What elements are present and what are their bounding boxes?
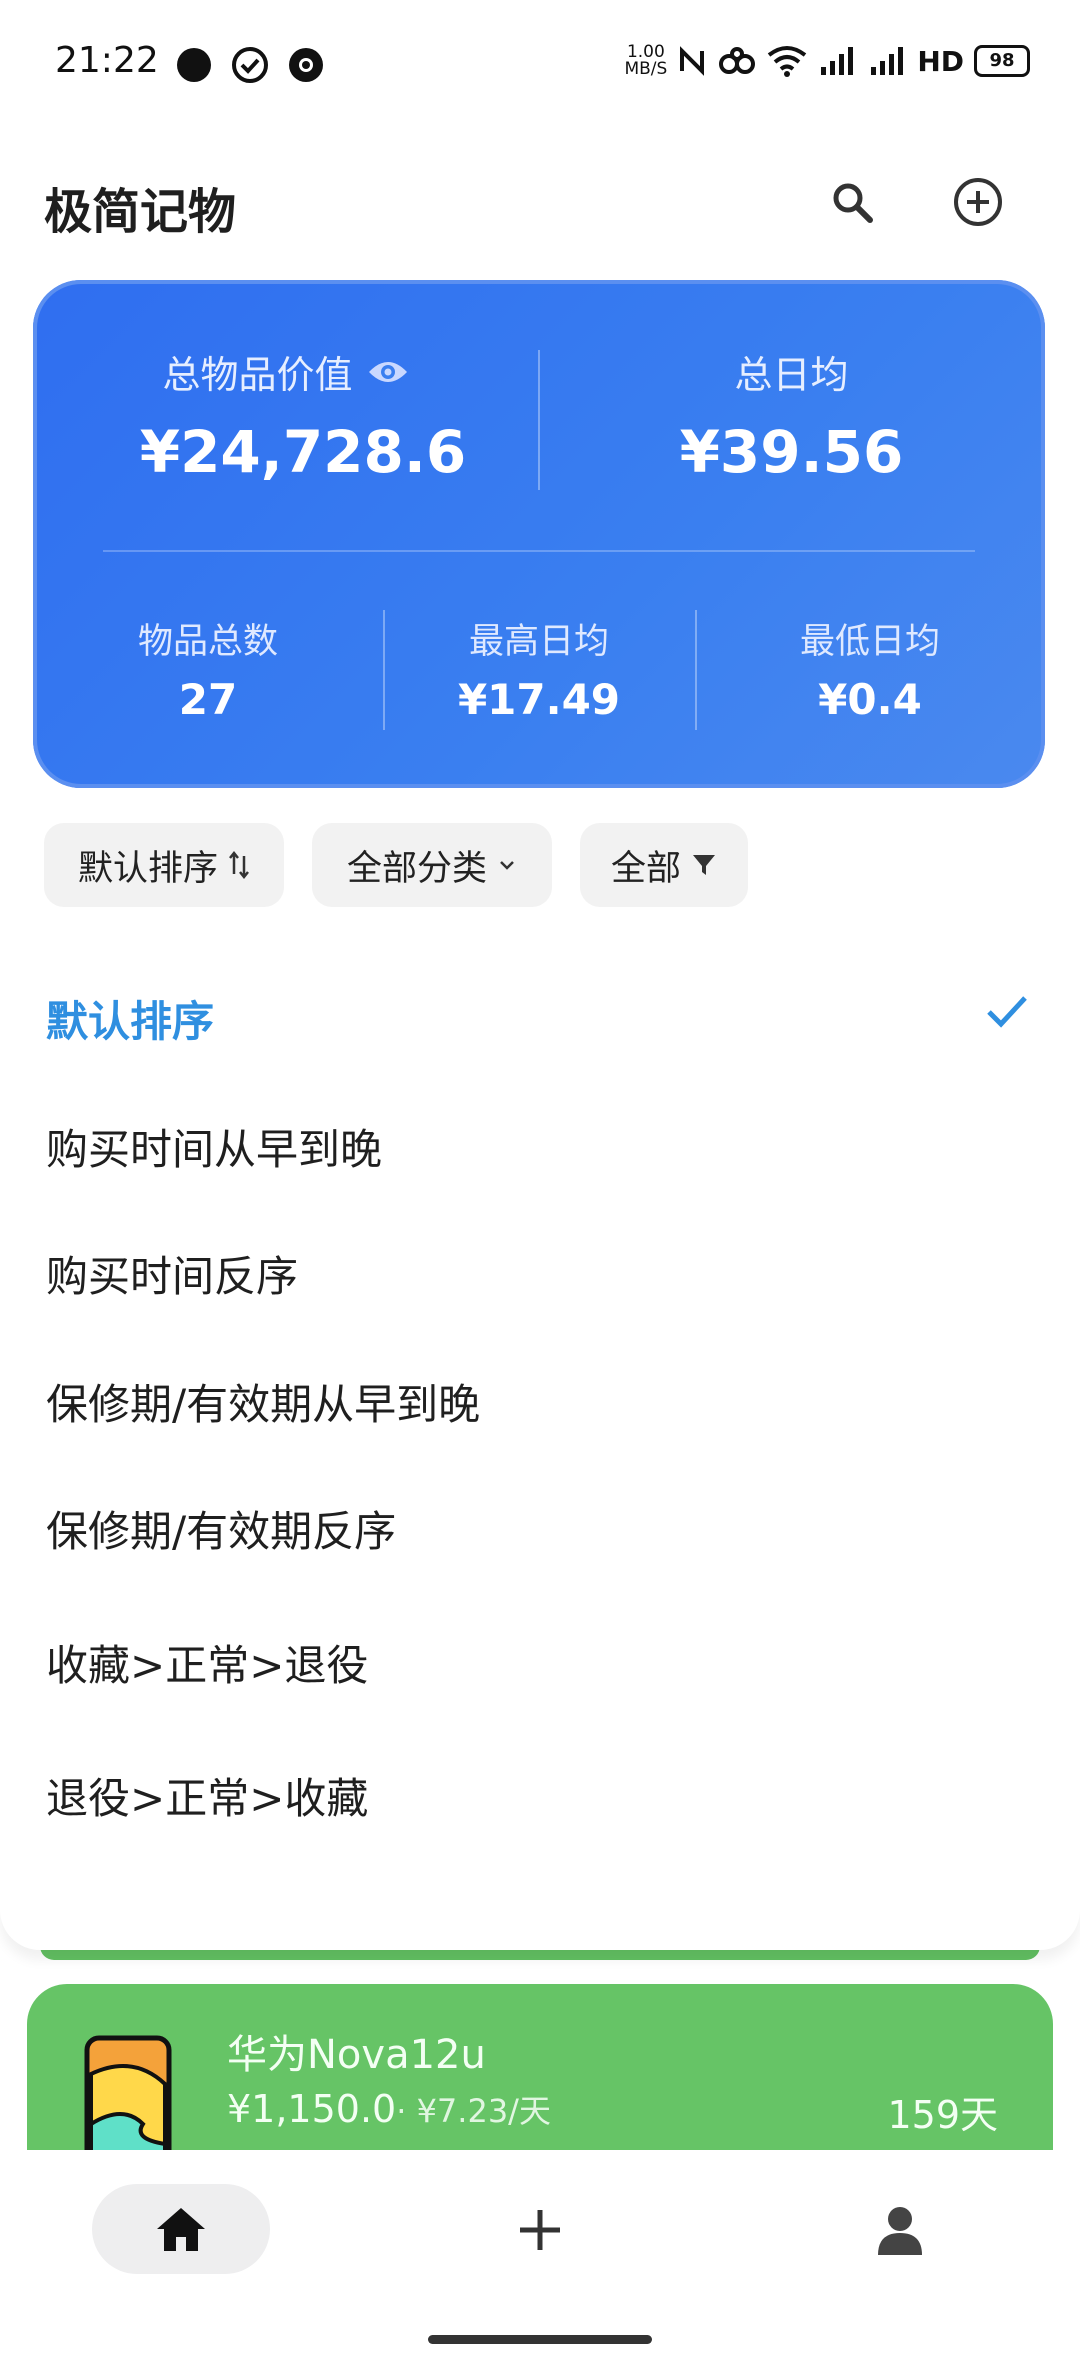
- sort-option-retired-first[interactable]: 退役>正常>收藏: [46, 1765, 368, 1826]
- item-card[interactable]: 华为Nova12u ¥1,150.0 · ¥7.23/天 159天: [27, 1984, 1053, 2174]
- item-daily-cost: · ¥7.23/天: [396, 2092, 551, 2130]
- chevron-down-icon: [500, 861, 514, 870]
- home-icon: [157, 2208, 205, 2251]
- sort-option-warranty-desc[interactable]: 保修期/有效期反序: [46, 1498, 396, 1559]
- count-label: 物品总数: [137, 622, 278, 662]
- check-icon: [987, 996, 1027, 1028]
- status-filter-label: 全部: [610, 848, 681, 889]
- min-daily-label: 最低日均: [799, 622, 940, 662]
- nav-home-tab[interactable]: [92, 2184, 270, 2274]
- sort-option-favorite-first[interactable]: 收藏>正常>退役: [46, 1632, 368, 1693]
- eye-icon[interactable]: [367, 358, 409, 386]
- item-name: 华为Nova12u: [227, 2032, 486, 2078]
- plus-icon: [520, 2210, 560, 2250]
- person-icon: [878, 2207, 922, 2255]
- min-daily: ¥0.4: [818, 675, 922, 724]
- status-time: 21:22: [55, 40, 159, 81]
- category-chip-label: 全部分类: [346, 848, 487, 889]
- sort-options-sheet: 默认排序 购买时间从早到晚 购买时间反序 保修期/有效期从早到晚 保修期/有效期…: [0, 930, 1080, 1950]
- status-filter-chip[interactable]: 全部: [580, 823, 748, 907]
- add-circle-icon: [954, 178, 1002, 226]
- filter-icon: [693, 855, 715, 875]
- home-indicator[interactable]: [428, 2335, 652, 2344]
- total-daily-label: 总日均: [734, 353, 849, 397]
- signal-1-icon: [821, 47, 854, 75]
- card-divider: [103, 550, 975, 552]
- summary-card: 总物品价值 ¥24,728.6 总日均 ¥39.56 物品总数 27 最高日均 …: [33, 280, 1045, 788]
- sort-option-warranty-asc[interactable]: 保修期/有效期从早到晚: [46, 1371, 480, 1432]
- hd-label: HD: [917, 44, 964, 78]
- item-price-row: ¥1,150.0 · ¥7.23/天: [227, 2086, 551, 2132]
- signal-2-icon: [871, 47, 904, 75]
- nfc-icon: [680, 46, 705, 76]
- status-indicators: 1.00 MB/S HD 98: [624, 44, 1030, 78]
- wifi-icon: [768, 46, 807, 77]
- total-daily: ¥39.56: [679, 418, 904, 486]
- page-title: 极简记物: [44, 184, 237, 240]
- add-item-button[interactable]: [948, 172, 1008, 232]
- battery-indicator: 98: [974, 45, 1030, 77]
- search-icon: [833, 183, 873, 223]
- sort-option-default[interactable]: 默认排序: [46, 988, 214, 1049]
- sort-option-purchase-desc[interactable]: 购买时间反序: [46, 1243, 298, 1304]
- nav-add-tab[interactable]: [510, 2200, 570, 2260]
- net-speed: 1.00 MB/S: [624, 44, 667, 78]
- total-value: ¥24,728.6: [139, 418, 467, 486]
- check-notification-icon: [231, 46, 269, 84]
- item-price: ¥1,150.0: [227, 2087, 397, 2131]
- browser-notification-icon: [287, 46, 325, 84]
- item-count: 27: [178, 675, 238, 724]
- sort-arrows-icon: [229, 850, 249, 880]
- sort-chip-label: 默认排序: [77, 848, 218, 889]
- link-icon: [719, 47, 756, 74]
- max-daily-label: 最高日均: [468, 622, 609, 662]
- sort-chip[interactable]: 默认排序: [44, 823, 284, 907]
- search-button[interactable]: [822, 172, 882, 232]
- total-value-label: 总物品价值: [162, 353, 353, 397]
- total-value-header: 总物品价值: [33, 344, 538, 399]
- max-daily: ¥17.49: [457, 675, 621, 724]
- sort-option-purchase-asc[interactable]: 购买时间从早到晚: [46, 1116, 382, 1177]
- message-notification-icon: [175, 46, 213, 84]
- item-days: 159天: [887, 2093, 998, 2137]
- category-chip[interactable]: 全部分类: [312, 823, 552, 907]
- nav-profile-tab[interactable]: [870, 2200, 930, 2260]
- net-speed-unit: MB/S: [624, 59, 668, 79]
